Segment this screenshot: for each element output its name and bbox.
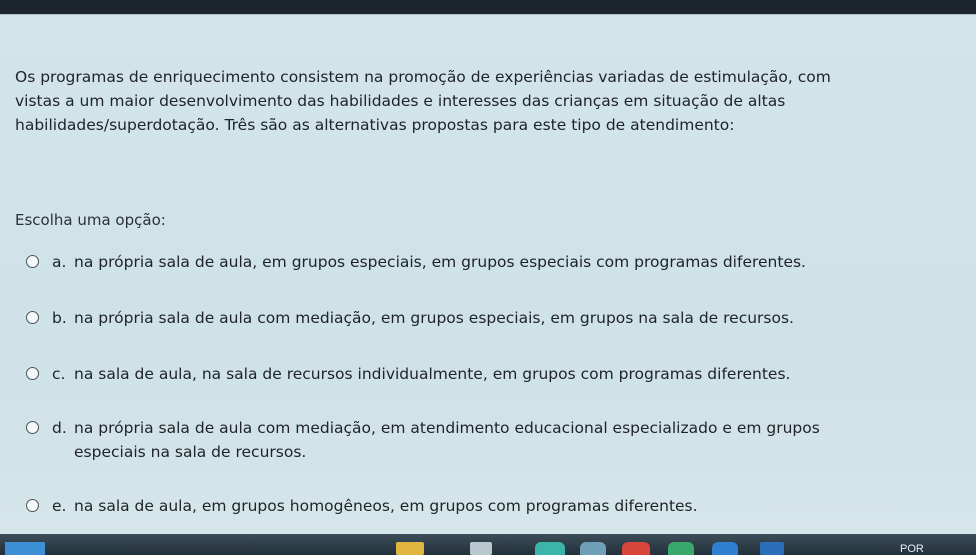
question-line: Os programas de enriquecimento consistem… bbox=[15, 68, 831, 86]
taskbar: POR bbox=[0, 534, 976, 555]
choose-option-label: Escolha uma opção: bbox=[15, 211, 166, 229]
question-line: habilidades/superdotação. Três são as al… bbox=[15, 116, 735, 134]
app-icon[interactable] bbox=[535, 542, 565, 555]
option-letter: e. bbox=[52, 497, 67, 515]
option-letter: c. bbox=[52, 365, 66, 383]
option-text: na própria sala de aula, em grupos espec… bbox=[74, 253, 806, 271]
option-b[interactable]: b. na própria sala de aula com mediação,… bbox=[26, 306, 874, 330]
window-top-bar bbox=[0, 0, 976, 14]
app-icon[interactable] bbox=[396, 542, 424, 555]
app-icon[interactable] bbox=[712, 542, 738, 555]
radio-button[interactable] bbox=[26, 367, 39, 380]
radio-button[interactable] bbox=[26, 421, 39, 434]
question-text: Os programas de enriquecimento consistem… bbox=[15, 65, 915, 137]
option-letter: d. bbox=[52, 419, 67, 437]
app-icon[interactable] bbox=[760, 542, 784, 555]
language-indicator[interactable]: POR bbox=[900, 543, 924, 555]
option-text: na própria sala de aula com mediação, em… bbox=[74, 309, 794, 327]
radio-button[interactable] bbox=[26, 499, 39, 512]
option-text: na sala de aula, em grupos homogêneos, e… bbox=[74, 497, 698, 515]
option-text: na sala de aula, na sala de recursos ind… bbox=[74, 365, 791, 383]
radio-button[interactable] bbox=[26, 255, 39, 268]
option-c[interactable]: c. na sala de aula, na sala de recursos … bbox=[26, 362, 874, 386]
app-icon[interactable] bbox=[580, 542, 606, 555]
option-e[interactable]: e. na sala de aula, em grupos homogêneos… bbox=[26, 494, 874, 518]
app-icon[interactable] bbox=[668, 542, 694, 555]
start-icon[interactable] bbox=[5, 542, 45, 555]
app-icon[interactable] bbox=[622, 542, 650, 555]
option-a[interactable]: a. na própria sala de aula, em grupos es… bbox=[26, 250, 874, 274]
option-d[interactable]: d. na própria sala de aula com mediação,… bbox=[26, 416, 874, 464]
option-letter: a. bbox=[52, 253, 67, 271]
option-letter: b. bbox=[52, 309, 67, 327]
app-icon[interactable] bbox=[470, 542, 492, 555]
question-panel: Os programas de enriquecimento consistem… bbox=[0, 14, 976, 535]
option-text: na própria sala de aula com mediação, em… bbox=[74, 419, 820, 461]
question-line: vistas a um maior desenvolvimento das ha… bbox=[15, 92, 786, 110]
radio-button[interactable] bbox=[26, 311, 39, 324]
